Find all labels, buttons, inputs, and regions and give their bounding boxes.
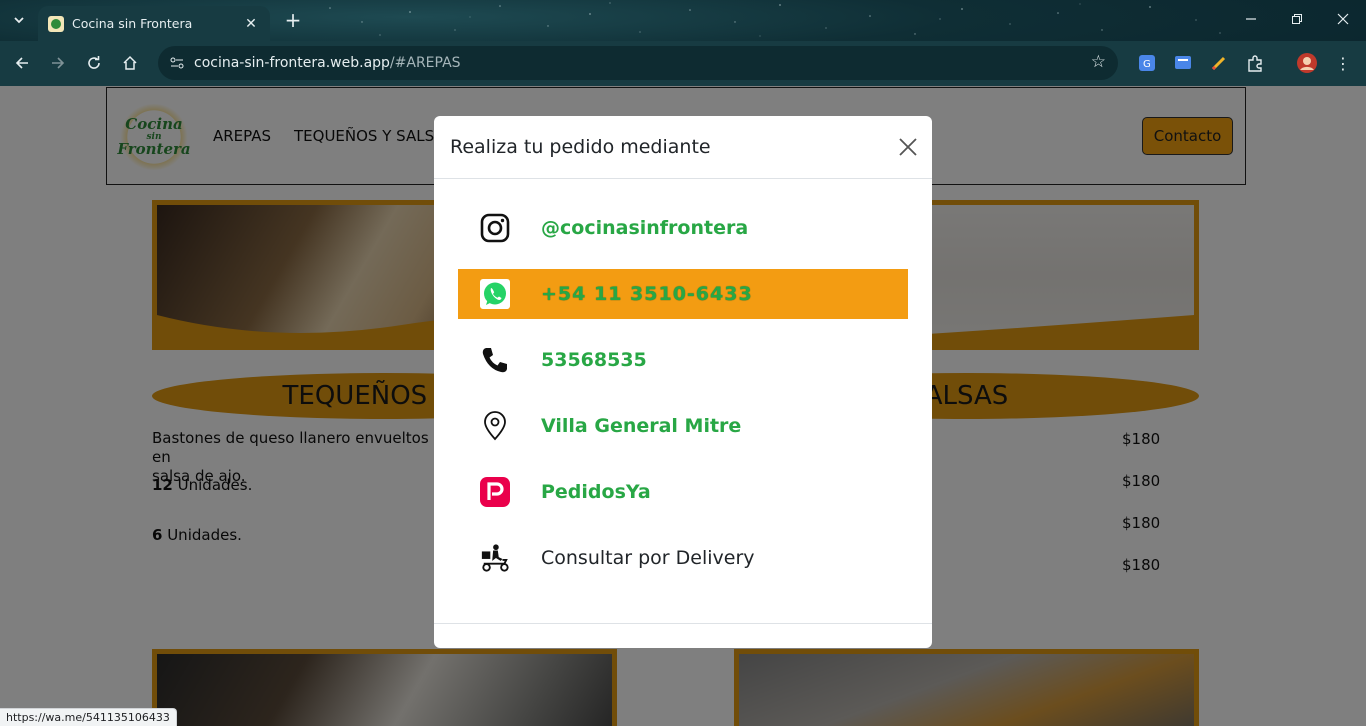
url-text: cocina-sin-frontera.web.app/#AREPAS — [194, 55, 461, 71]
svg-text:G: G — [1143, 59, 1151, 70]
pen-extension-icon[interactable] — [1208, 52, 1230, 74]
tab-strip: Cocina sin Frontera ✕ + — [0, 0, 1366, 41]
reload-icon[interactable] — [80, 49, 108, 77]
new-tab-plus-icon[interactable]: + — [282, 9, 304, 31]
home-icon[interactable] — [116, 49, 144, 77]
browser-toolbar: cocina-sin-frontera.web.app/#AREPAS ☆ G … — [0, 41, 1366, 86]
whatsapp-link[interactable]: +54 11 3510-6433 — [458, 269, 908, 319]
instagram-label: @cocinasinfrontera — [541, 217, 749, 239]
instagram-icon — [480, 213, 510, 243]
location-label: Villa General Mitre — [541, 415, 742, 437]
modal-header: Realiza tu pedido mediante — [434, 116, 932, 179]
whatsapp-label: +54 11 3510-6433 — [541, 283, 753, 305]
modal-footer — [434, 623, 932, 648]
site-settings-icon[interactable] — [162, 48, 192, 78]
forward-arrow-icon[interactable] — [44, 49, 72, 77]
location-pin-icon — [480, 411, 510, 441]
location-link[interactable]: Villa General Mitre — [458, 401, 908, 451]
chevron-down-icon — [14, 17, 24, 24]
bookmark-star-icon[interactable]: ☆ — [1091, 52, 1106, 72]
url-path: /#AREPAS — [389, 55, 461, 71]
browser-tab-active[interactable]: Cocina sin Frontera ✕ — [38, 6, 270, 41]
pedidosya-icon — [480, 477, 510, 507]
close-window-icon[interactable] — [1320, 0, 1366, 38]
phone-icon — [480, 345, 510, 375]
site-favicon-icon — [48, 15, 64, 32]
tab-title: Cocina sin Frontera — [72, 16, 193, 31]
url-host: cocina-sin-frontera.web.app — [194, 55, 390, 71]
phone-label: 53568535 — [541, 349, 647, 371]
window-controls — [1228, 0, 1366, 38]
modal-body: @cocinasinfrontera +54 11 3510-6433 5356… — [434, 179, 932, 623]
delivery-label: Consultar por Delivery — [541, 547, 755, 569]
back-arrow-icon[interactable] — [8, 49, 36, 77]
extensions-puzzle-icon[interactable] — [1244, 52, 1266, 74]
restore-icon[interactable] — [1274, 0, 1320, 38]
phone-link[interactable]: 53568535 — [458, 335, 908, 385]
address-bar[interactable]: cocina-sin-frontera.web.app/#AREPAS ☆ — [158, 46, 1118, 80]
modal-title: Realiza tu pedido mediante — [450, 136, 711, 158]
pedidosya-link[interactable]: PedidosYa — [458, 467, 908, 517]
profile-avatar[interactable] — [1296, 52, 1318, 74]
browser-menu-icon[interactable]: ⋮ — [1332, 52, 1354, 74]
screen-extension-icon[interactable] — [1172, 52, 1194, 74]
browser-chrome: Cocina sin Frontera ✕ + cocina-sin-front… — [0, 0, 1366, 86]
delivery-scooter-icon — [480, 543, 510, 573]
status-bar-link-preview: https://wa.me/541135106433 — [0, 708, 177, 726]
pedidosya-label: PedidosYa — [541, 481, 651, 503]
close-icon[interactable] — [898, 136, 918, 158]
whatsapp-icon — [480, 279, 510, 309]
minimize-icon[interactable] — [1228, 0, 1274, 38]
delivery-link[interactable]: Consultar por Delivery — [458, 533, 908, 583]
translate-extension-icon[interactable]: G — [1136, 52, 1158, 74]
order-modal: Realiza tu pedido mediante @cocinasinfro… — [434, 116, 932, 648]
tab-close-icon[interactable]: ✕ — [242, 16, 260, 32]
tab-search-button[interactable] — [6, 8, 32, 32]
instagram-link[interactable]: @cocinasinfrontera — [458, 203, 908, 253]
